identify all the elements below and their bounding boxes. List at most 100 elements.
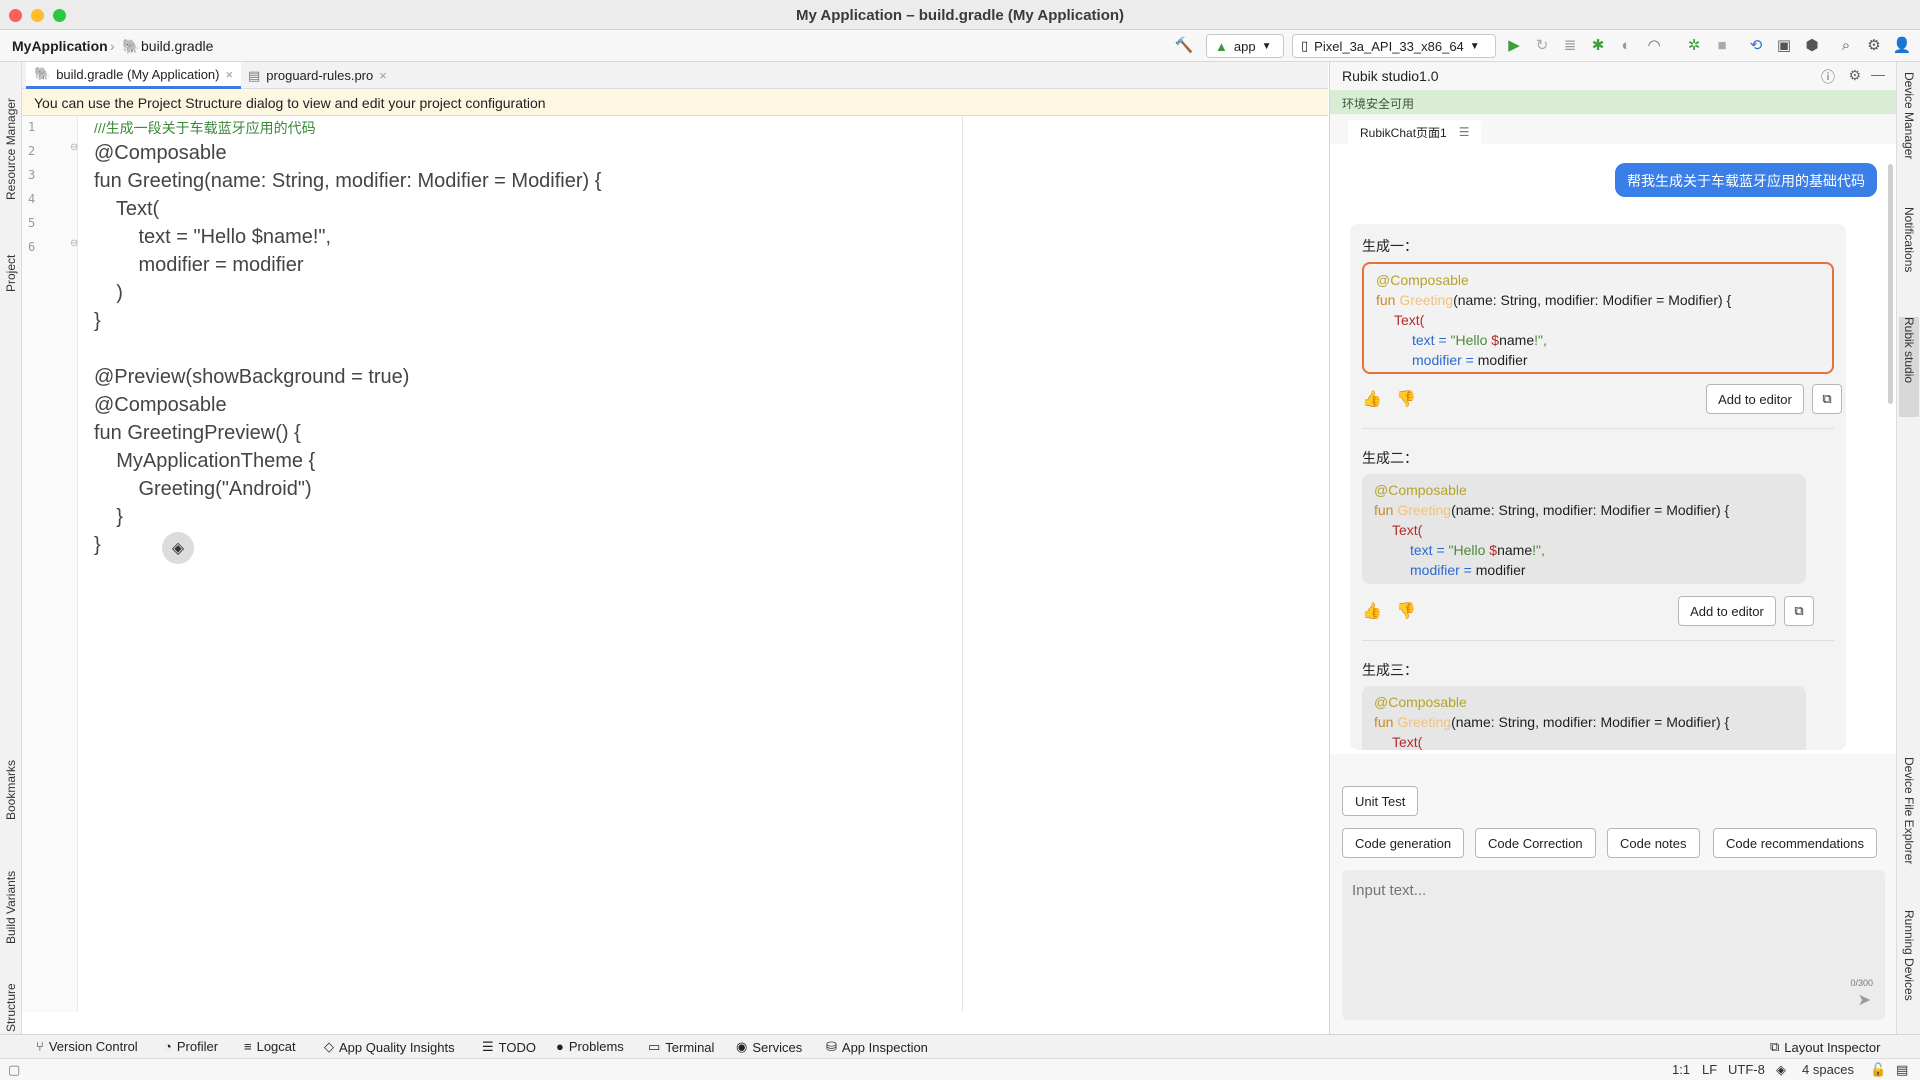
copy-button[interactable]: ⧉	[1784, 596, 1814, 626]
thumb-up-icon[interactable]: 👍	[1362, 389, 1382, 409]
fold-icon[interactable]: ⊖	[70, 238, 78, 249]
build-hammer-icon[interactable]: 🔨	[1174, 35, 1194, 55]
tool-label: Logcat	[256, 1039, 296, 1054]
tool-label: App Quality Insights	[339, 1039, 455, 1055]
terminal-tab[interactable]: ▭ Terminal	[648, 1039, 714, 1055]
fold-icon[interactable]: ⊖	[70, 142, 78, 153]
device-manager-tab[interactable]: Device Manager	[1899, 72, 1919, 192]
device-select[interactable]: ▯ Pixel_3a_API_33_x86_64 ▼	[1292, 34, 1496, 58]
close-icon[interactable]: ×	[379, 68, 387, 83]
run-icon[interactable]: ▶	[1504, 35, 1524, 55]
answer-code-block[interactable]: @Composable fun Greeting(name: String, m…	[1362, 686, 1806, 750]
copy-button[interactable]: ⧉	[1812, 384, 1842, 414]
breadcrumb-file[interactable]: build.gradle	[141, 38, 213, 54]
tab-build-gradle[interactable]: 🐘 build.gradle (My Application) ×	[26, 62, 242, 89]
chat-scrollbar[interactable]	[1888, 164, 1893, 404]
structure-tab[interactable]: Structure	[0, 952, 22, 1032]
search-icon[interactable]: ⌕	[1836, 35, 1856, 55]
code-call: Text(	[1392, 522, 1423, 538]
thumb-down-icon[interactable]: 👎	[1396, 389, 1416, 409]
add-to-editor-button[interactable]: Add to editor	[1706, 384, 1804, 414]
sync-gradle-icon[interactable]: ⟲	[1746, 35, 1766, 55]
answer-code-block[interactable]: @Composable fun Greeting(name: String, m…	[1362, 474, 1806, 584]
chat-tab-page1[interactable]: RubikChat页面1 ☰	[1348, 120, 1482, 144]
bottom-tool-bar: ⑂ Version Control ◔ Profiler ≡ Logcat ◇ App …	[0, 1034, 1920, 1058]
app-quality-insights-tab[interactable]: ◇ App Quality Insights	[324, 1039, 455, 1055]
rubik-assistant-icon[interactable]: ◈	[162, 532, 194, 564]
run-config-select[interactable]: ▲ app ▼	[1206, 34, 1284, 58]
code-notes-button[interactable]: Code notes	[1607, 828, 1700, 858]
chat-area[interactable]: 帮我生成关于车载蓝牙应用的基础代码 生成一： @Composable fun G…	[1330, 144, 1897, 754]
sdk-manager-icon[interactable]: ⬢	[1802, 35, 1822, 55]
left-tool-strip: Resource Manager Project Bookmarks Build…	[0, 62, 22, 1046]
indent-setting[interactable]: 4 spaces	[1802, 1062, 1854, 1077]
device-manager-icon[interactable]: ▣	[1774, 35, 1794, 55]
window-toggle-icon[interactable]: ▢	[8, 1062, 20, 1078]
code-template: $	[1489, 542, 1498, 558]
code-line: }	[94, 506, 123, 528]
profiler-tab[interactable]: ◔ Profiler	[164, 1039, 218, 1054]
code-recommendations-button[interactable]: Code recommendations	[1713, 828, 1878, 858]
run-config-label: app	[1233, 38, 1256, 54]
resource-manager-tab[interactable]: Resource Manager	[0, 72, 22, 200]
close-icon[interactable]: ×	[226, 67, 234, 82]
rerun-icon[interactable]: ↻	[1532, 35, 1552, 55]
layout-inspector-tab[interactable]: ⧉ Layout Inspector	[1770, 1039, 1880, 1055]
tool-label: Layout Inspector	[1784, 1039, 1881, 1055]
code-generation-button[interactable]: Code generation	[1342, 828, 1465, 858]
todo-tab[interactable]: ☰ TODO	[482, 1039, 536, 1055]
version-control-tab[interactable]: ⑂ Version Control	[36, 1039, 138, 1054]
rubik-studio-tab[interactable]: Rubik studio	[1899, 317, 1919, 417]
chat-tab-label: RubikChat页面1	[1360, 125, 1447, 140]
settings-icon[interactable]: ⚙	[1848, 67, 1861, 84]
tab-label: proguard-rules.pro	[266, 68, 374, 83]
code-area[interactable]: ///生成一段关于车载蓝牙应用的代码 @Composable fun Greet…	[94, 116, 954, 1012]
problems-tab[interactable]: ● Problems	[556, 1039, 624, 1054]
answer-code-block[interactable]: @Composable fun Greeting(name: String, m…	[1362, 262, 1834, 374]
tab-proguard-rules[interactable]: ▤ proguard-rules.pro ×	[240, 62, 395, 89]
lock-icon[interactable]: 🔓	[1870, 1062, 1886, 1078]
rubik-status-icon[interactable]: ◈	[1776, 1062, 1786, 1078]
stop-icon[interactable]: ■	[1712, 35, 1732, 55]
services-tab[interactable]: ◉ Services	[736, 1039, 802, 1055]
notifications-tab[interactable]: Notifications	[1899, 207, 1919, 307]
code-correction-button[interactable]: Code Correction	[1475, 828, 1596, 858]
project-tab[interactable]: Project	[0, 212, 22, 292]
attach-debugger-icon[interactable]: ✲	[1684, 35, 1704, 55]
code-keyword: fun	[1376, 292, 1400, 308]
notifications-icon[interactable]: ▤	[1896, 1062, 1908, 1078]
char-counter: 0/300	[1850, 978, 1873, 988]
code-string: !",	[1532, 542, 1545, 558]
thumb-up-icon[interactable]: 👍	[1362, 601, 1382, 621]
settings-icon[interactable]: ⚙	[1864, 35, 1884, 55]
code-editor: 🐘 build.gradle (My Application) × ▤ prog…	[22, 62, 1328, 1012]
log-icon: ≡	[244, 1039, 252, 1054]
file-encoding[interactable]: UTF-8	[1728, 1062, 1765, 1077]
tool-label: Profiler	[176, 1039, 219, 1054]
send-icon[interactable]: ➤	[1858, 990, 1871, 1010]
account-icon[interactable]: 👤	[1892, 35, 1912, 55]
bookmarks-tab[interactable]: Bookmarks	[0, 730, 22, 820]
logcat-tab[interactable]: ≡ Logcat	[244, 1039, 296, 1054]
debug-icon[interactable]: ✱	[1588, 35, 1608, 55]
file-icon: ▤	[248, 67, 261, 83]
help-icon[interactable]: ⓘ	[1821, 67, 1835, 87]
chat-input[interactable]	[1342, 870, 1885, 910]
unit-test-button[interactable]: Unit Test	[1342, 786, 1419, 816]
app-inspection-tab[interactable]: ⛁ App Inspection	[826, 1039, 928, 1055]
caret-position[interactable]: 1:1	[1672, 1062, 1690, 1077]
line-separator[interactable]: LF	[1702, 1062, 1717, 1077]
build-variants-tab[interactable]: Build Variants	[0, 834, 22, 944]
breadcrumb-project[interactable]: MyApplication	[12, 38, 108, 54]
code-func-name: Greeting	[1397, 714, 1452, 730]
add-to-editor-button[interactable]: Add to editor	[1678, 596, 1776, 626]
chat-tab-bar: RubikChat页面1 ☰	[1330, 114, 1897, 144]
running-devices-tab[interactable]: Running Devices	[1899, 910, 1919, 1030]
profile-icon[interactable]: ◐	[1616, 35, 1636, 55]
thumb-down-icon[interactable]: 👎	[1396, 601, 1416, 621]
apply-changes-icon[interactable]: ≣	[1560, 35, 1580, 55]
menu-icon[interactable]: ☰	[1459, 125, 1470, 139]
coverage-icon[interactable]: ◠	[1644, 35, 1664, 55]
minimize-icon[interactable]: —	[1871, 66, 1885, 82]
device-file-explorer-tab[interactable]: Device File Explorer	[1899, 757, 1919, 897]
